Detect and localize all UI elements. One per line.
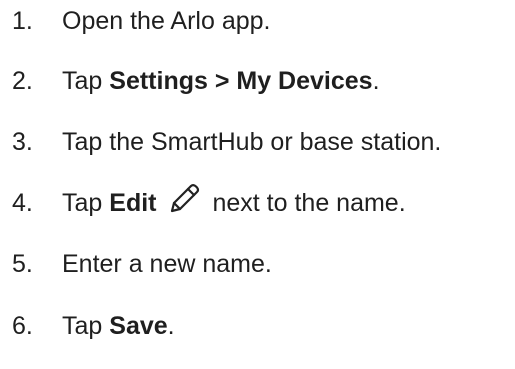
step-text: Tap: [62, 188, 110, 217]
pencil-edit-icon: [166, 181, 202, 217]
instruction-steps-list: 1. Open the Arlo app. 2. Tap Settings > …: [0, 0, 515, 369]
step-text: Open the Arlo app.: [62, 6, 271, 35]
step-bold-text: Edit: [109, 188, 157, 217]
step-text: Tap the SmartHub or base station.: [62, 127, 442, 156]
step-text: Tap: [62, 66, 110, 95]
step-text: .: [167, 311, 175, 340]
step-text: Tap: [62, 311, 110, 340]
step-6: 6. Tap Save .: [12, 306, 175, 346]
step-5: 5. Enter a new name.: [12, 244, 272, 284]
step-text: .: [372, 66, 380, 95]
step-text: next to the name.: [212, 188, 406, 217]
step-number: 2.: [12, 66, 33, 95]
step-text: Enter a new name.: [62, 249, 272, 278]
step-1: 1. Open the Arlo app.: [12, 1, 270, 41]
step-number: 3.: [12, 127, 33, 156]
step-bold-text: Save: [109, 311, 168, 340]
step-number: 1.: [12, 6, 33, 35]
step-number: 6.: [12, 311, 33, 340]
step-3: 3. Tap the SmartHub or base station.: [12, 122, 441, 162]
step-number: 4.: [12, 188, 33, 217]
step-number: 5.: [12, 249, 33, 278]
step-2: 2. Tap Settings > My Devices .: [12, 61, 380, 101]
step-bold-text: Settings > My Devices: [109, 66, 373, 95]
step-4: 4. Tap Edit next to the name.: [12, 183, 406, 223]
